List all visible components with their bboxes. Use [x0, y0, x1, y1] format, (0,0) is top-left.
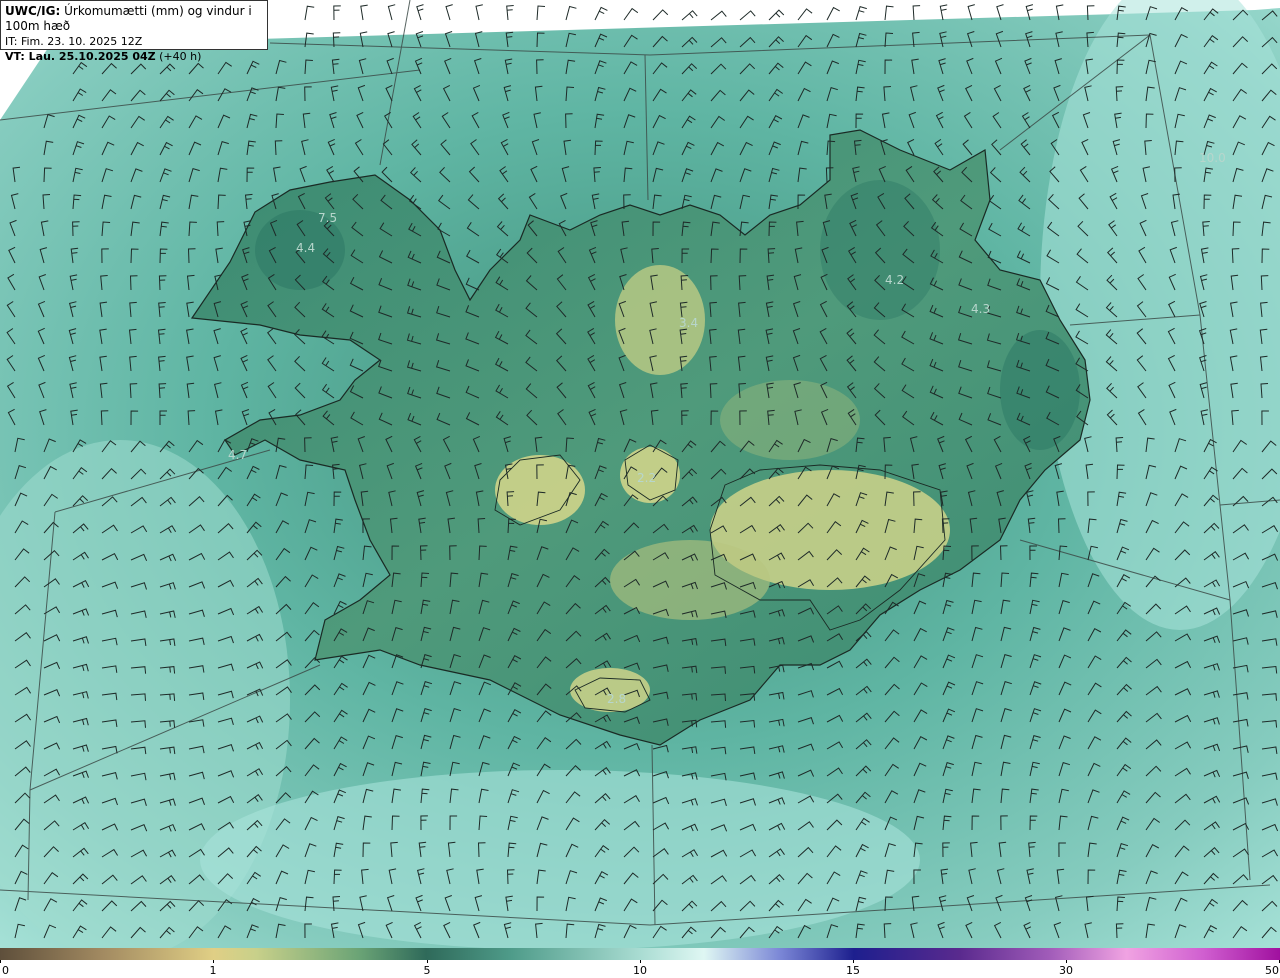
header-title-line: UWC/IG: Úrkomumætti (mm) og vindur i 100… [5, 4, 263, 34]
map-canvas: 7.5 4.4 4.7 3.4 2.2 4.2 4.3 2.8 10.0 [0, 0, 1280, 948]
label-4-4: 4.4 [296, 241, 315, 255]
initial-time: IT: Fim. 23. 10. 2025 12Z [5, 35, 143, 48]
precipitation-wind-map[interactable]: 7.5 4.4 4.7 3.4 2.2 4.2 4.3 2.8 10.0 [0, 0, 1280, 948]
label-4-7: 4.7 [228, 448, 247, 462]
tick-15: 15 [846, 964, 860, 977]
tick-5: 5 [423, 964, 431, 977]
label-4-3: 4.3 [971, 302, 990, 316]
label-2-2: 2.2 [637, 471, 656, 485]
map-header: UWC/IG: Úrkomumætti (mm) og vindur i 100… [0, 0, 268, 63]
label-4-2: 4.2 [885, 273, 904, 287]
tick-10: 10 [633, 964, 647, 977]
tick-50: 50 [1265, 964, 1279, 977]
colorbar-ticks: 0 1 5 10 15 30 50 [0, 960, 1280, 978]
label-10-0: 10.0 [1199, 151, 1226, 165]
forecast-offset: (+40 h) [155, 50, 202, 63]
tick-30: 30 [1059, 964, 1073, 977]
tick-0: 0 [2, 964, 9, 977]
label-7-5: 7.5 [318, 211, 337, 225]
valid-time: VT: Lau. 25.10.2025 04Z [5, 50, 156, 63]
tick-1: 1 [209, 964, 217, 977]
model-name: UWC/IG: [5, 4, 61, 18]
valid-time-line: VT: Lau. 25.10.2025 04Z (+40 h) [5, 49, 263, 64]
colorbar [0, 948, 1280, 960]
label-3-4: 3.4 [679, 316, 698, 330]
label-2-8: 2.8 [607, 692, 626, 706]
